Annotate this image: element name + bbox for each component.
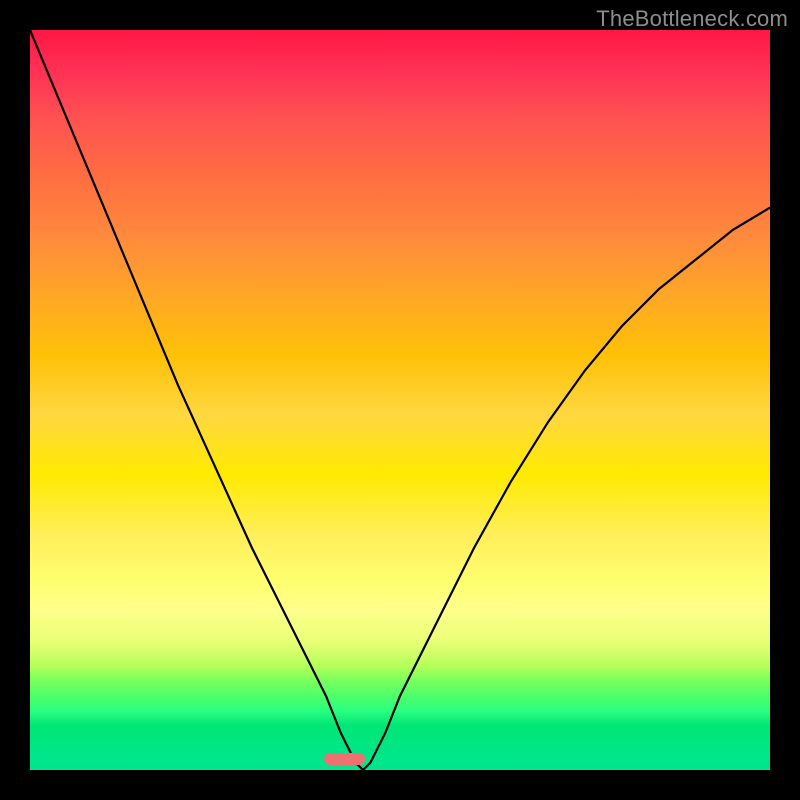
plot-area <box>30 30 770 770</box>
chart-container: TheBottleneck.com <box>0 0 800 800</box>
optimal-marker <box>324 753 365 765</box>
watermark-text: TheBottleneck.com <box>596 6 788 32</box>
